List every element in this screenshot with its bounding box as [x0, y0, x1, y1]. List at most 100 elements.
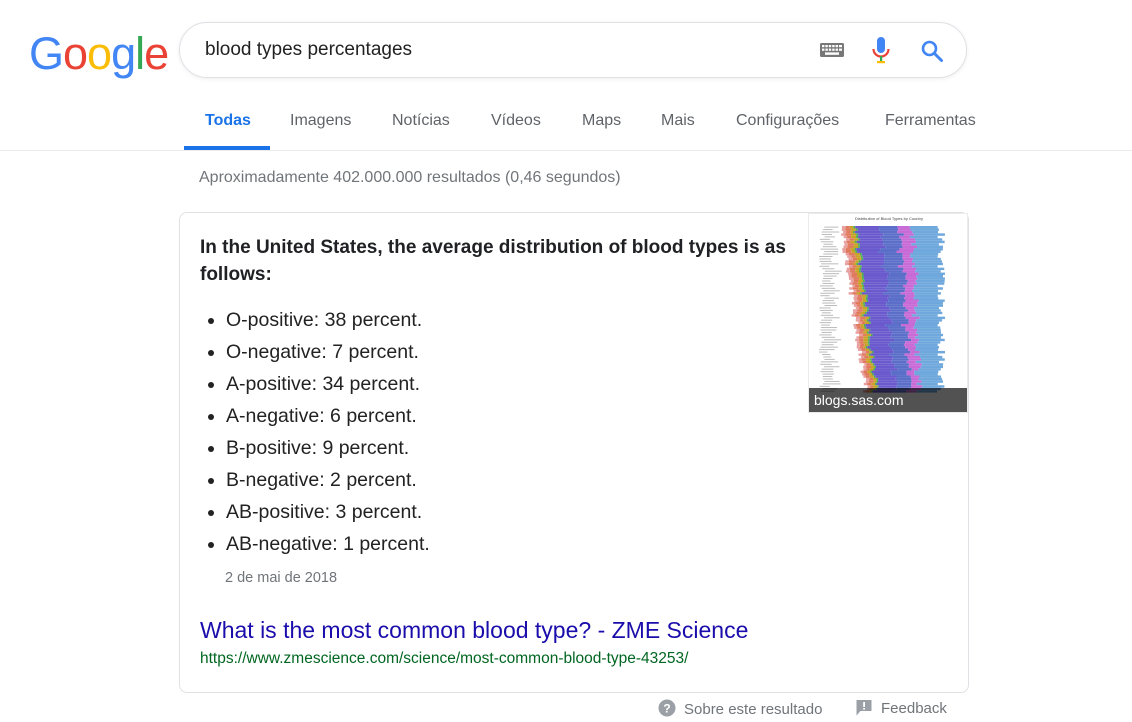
- thumbnail-bar-segment: [887, 314, 905, 317]
- thumbnail-bar-segment: [904, 314, 912, 317]
- thumbnail-bar-segment: [854, 248, 857, 251]
- thumbnail-bar-segment: [904, 297, 914, 300]
- search-box[interactable]: blood types percentages: [179, 22, 967, 78]
- list-item: O-positive: 38 percent.: [226, 304, 430, 336]
- thumbnail-bar-segment: [875, 368, 898, 371]
- thumbnail-bar-segment: [855, 314, 860, 317]
- thumbnail-bar-segment: [910, 252, 939, 256]
- thumbnail-row-label: [821, 344, 834, 346]
- thumbnail-bar-segment: [871, 358, 893, 361]
- thumbnail-bar-segment: [864, 284, 888, 288]
- thumbnail-bar-segment: [863, 314, 888, 317]
- thumbnail-bar-segment: [895, 377, 912, 381]
- thumbnail-row-label: [821, 336, 836, 338]
- thumbnail-bar-segment: [870, 360, 873, 364]
- thumbnail-bar-segment: [905, 316, 920, 320]
- about-this-result[interactable]: ? Sobre este resultado: [658, 699, 822, 718]
- thumbnail-bar-segment: [855, 270, 860, 273]
- thumbnail-row-label: [821, 287, 836, 289]
- thumbnail-row-label: [822, 278, 833, 280]
- thumbnail-bar-segment: [892, 348, 909, 351]
- thumbnail-bar-segment: [857, 235, 881, 239]
- feedback-link[interactable]: Feedback: [856, 699, 947, 717]
- thumbnail-bar-segment: [912, 289, 939, 293]
- list-item: AB-positive: 3 percent.: [226, 496, 430, 528]
- thumbnail-row-label: [820, 241, 834, 243]
- logo-letter: g: [111, 28, 136, 79]
- search-icon[interactable]: [920, 39, 944, 63]
- thumbnail-bar-segment: [871, 370, 891, 373]
- thumbnail-bar-segment: [870, 321, 893, 324]
- feedback-label: Feedback: [881, 700, 947, 717]
- thumbnail-bar-segment: [865, 321, 870, 324]
- thumbnail-bar-segment: [915, 321, 939, 324]
- google-logo[interactable]: Google: [29, 28, 169, 79]
- thumbnail-bar-segment: [906, 272, 919, 275]
- result-title-link[interactable]: What is the most common blood type? - ZM…: [200, 617, 748, 644]
- thumbnail-bar-segment: [911, 243, 939, 246]
- thumbnail-row-label: [821, 263, 839, 265]
- thumbnail-bar-segment: [841, 233, 846, 236]
- thumbnail-bar-segment: [911, 377, 919, 381]
- svg-text:?: ?: [663, 702, 670, 716]
- keyboard-icon[interactable]: [820, 43, 844, 57]
- thumbnail-bar-segment: [860, 301, 864, 305]
- thumbnail-bar-segment: [863, 319, 867, 322]
- thumbnail-row-label: [822, 268, 835, 270]
- thumbnail-bar-segment: [872, 360, 892, 364]
- featured-snippet: In the United States, the average distri…: [179, 212, 969, 693]
- thumbnail-bar-segment: [869, 377, 874, 381]
- microphone-icon[interactable]: [872, 37, 890, 65]
- thumbnail-bar-segment: [897, 265, 913, 268]
- thumbnail-bar-segment: [849, 267, 856, 271]
- thumbnail-bar-segment: [905, 275, 917, 278]
- thumbnail-row-label: [823, 243, 833, 245]
- thumbnail-bar-segment: [910, 255, 938, 258]
- snippet-image[interactable]: Distribution of Blood Types by Country b…: [808, 213, 968, 413]
- thumbnail-bars: [819, 226, 945, 393]
- tab-ferramentas[interactable]: Ferramentas: [885, 112, 976, 130]
- tab-noticias[interactable]: Notícias: [392, 112, 450, 130]
- tab-mais[interactable]: Mais: [661, 112, 695, 130]
- thumbnail-bar-segment: [851, 250, 856, 253]
- thumbnail-row-label: [824, 305, 838, 306]
- thumbnail-bar-segment: [856, 262, 859, 266]
- logo-letter: G: [29, 28, 64, 79]
- thumbnail-row-label: [819, 351, 828, 353]
- thumbnail-bar-segment: [856, 289, 861, 293]
- thumbnail-bar-segment: [903, 260, 912, 263]
- tab-imagens[interactable]: Imagens: [290, 112, 351, 130]
- thumbnail-bar-segment: [858, 321, 862, 324]
- thumbnail-bar-segment: [889, 328, 906, 332]
- thumbnail-bar-segment: [859, 243, 884, 246]
- tab-maps[interactable]: Maps: [582, 112, 621, 130]
- thumbnail-bar-segment: [846, 270, 851, 273]
- thumbnail-bar-segment: [902, 245, 918, 249]
- thumbnail-bar-segment: [868, 316, 871, 320]
- thumbnail-bar-segment: [892, 331, 909, 334]
- thumbnail-bar-segment: [858, 299, 863, 302]
- thumbnail-bar-segment: [857, 348, 862, 351]
- thumbnail-bar-segment: [903, 267, 917, 271]
- thumbnail-bar-segment: [878, 226, 898, 229]
- thumbnail-bar-segment: [887, 284, 904, 288]
- thumbnail-bar-segment: [908, 331, 917, 334]
- thumbnail-bar-segment: [861, 321, 866, 324]
- thumbnail-row-label: [822, 383, 841, 385]
- thumbnail-bar-segment: [891, 360, 907, 364]
- thumbnail-bar-segment: [863, 277, 887, 280]
- thumbnail-bar-segment: [862, 333, 867, 337]
- thumbnail-bar-segment: [867, 331, 869, 334]
- tab-todas[interactable]: Todas: [205, 112, 251, 130]
- thumbnail-bar-segment: [874, 382, 877, 386]
- search-input[interactable]: blood types percentages: [205, 39, 412, 61]
- thumbnail-bar-segment: [911, 260, 942, 263]
- tab-configuracoes[interactable]: Configurações: [736, 112, 839, 130]
- thumbnail-bar-segment: [905, 306, 915, 310]
- thumbnail-bar-segment: [905, 299, 919, 302]
- thumbnail-bar-segment: [862, 297, 866, 300]
- thumbnail-bar-segment: [857, 309, 863, 312]
- thumbnail-bar-segment: [861, 267, 885, 271]
- thumbnail-bar-segment: [845, 252, 849, 256]
- tab-videos[interactable]: Vídeos: [491, 112, 541, 130]
